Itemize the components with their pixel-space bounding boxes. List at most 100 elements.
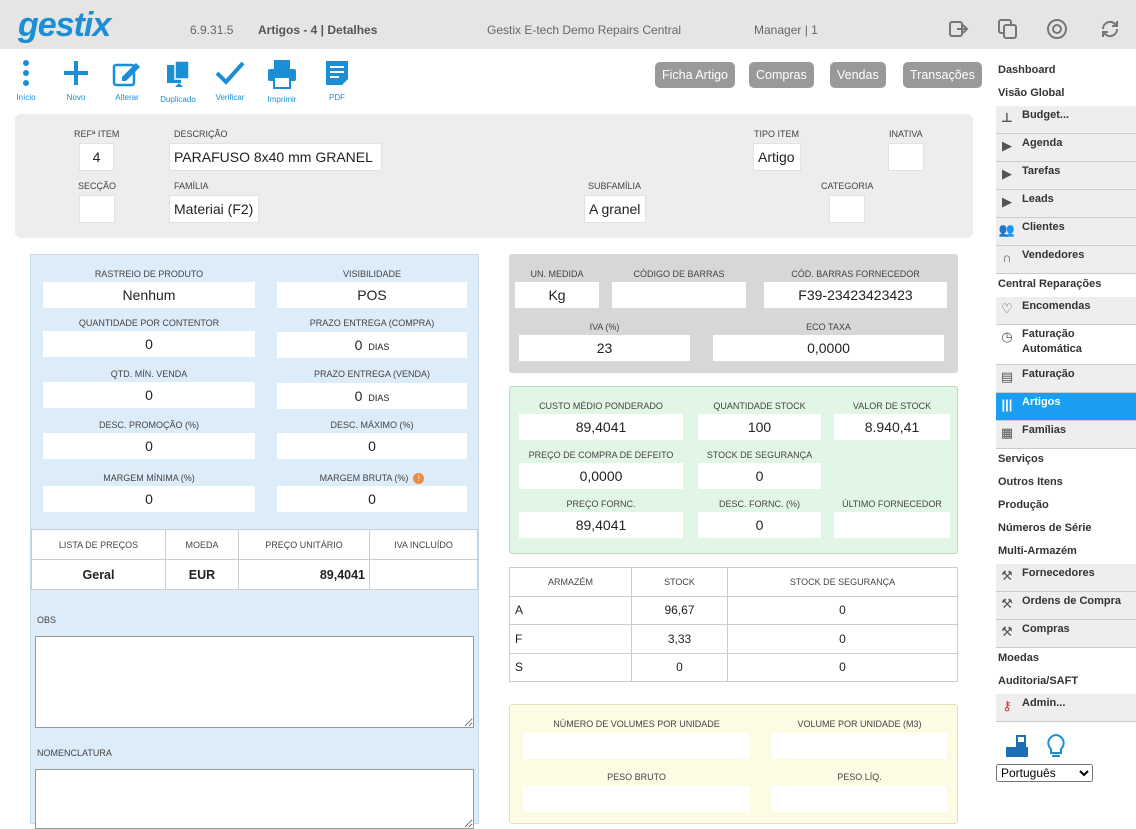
- margem-min-field[interactable]: 0: [43, 486, 255, 512]
- preco-forn-field[interactable]: 89,4041: [519, 512, 683, 538]
- sidebar-item-central-reparacoes[interactable]: Central Reparações: [996, 274, 1136, 297]
- prazo-compra-field[interactable]: 0 DIAS: [277, 332, 467, 358]
- rastreio-field[interactable]: Nenhum: [43, 282, 255, 308]
- categoria-field[interactable]: [829, 195, 865, 223]
- peso-bruto-field[interactable]: [523, 786, 750, 812]
- sidebar-item-budget[interactable]: ⊥ Budget...: [996, 106, 1136, 134]
- desc-forn-field[interactable]: 0: [698, 512, 821, 538]
- sidebar-item-artigos[interactable]: ||| Artigos: [996, 393, 1136, 421]
- stock-seguranca-cell: 0: [727, 624, 958, 654]
- currency-cell: EUR: [165, 559, 239, 590]
- inicio-button[interactable]: Início: [1, 59, 51, 102]
- sidebar-item-auditoria[interactable]: Auditoria/SAFT: [996, 671, 1136, 694]
- iva-field[interactable]: 23: [519, 335, 690, 361]
- vendas-button[interactable]: Vendas: [830, 62, 886, 88]
- pos-terminal-icon[interactable]: [1004, 733, 1030, 764]
- sidebar-item-tarefas[interactable]: ▶ Tarefas: [996, 162, 1136, 190]
- prazo-venda-field[interactable]: 0 DIAS: [277, 383, 467, 409]
- sidebar-item-clientes[interactable]: 👥 Clientes: [996, 218, 1136, 246]
- alterar-button[interactable]: Alterar: [102, 59, 152, 102]
- sidebar-item-vendedores[interactable]: ∩ Vendedores: [996, 246, 1136, 274]
- description-field[interactable]: PARAFUSO 8x40 mm GRANEL: [169, 143, 382, 171]
- windows-icon[interactable]: [996, 18, 1020, 42]
- sidebar-item-leads[interactable]: ▶ Leads: [996, 190, 1136, 218]
- novo-button[interactable]: Novo: [51, 59, 101, 102]
- sidebar-item-moedas[interactable]: Moedas: [996, 648, 1136, 671]
- imprimir-button[interactable]: Imprimir: [257, 59, 307, 104]
- table-row[interactable]: Geral EUR 89,4041: [31, 559, 478, 590]
- tipo-field[interactable]: Artigo: [753, 143, 801, 171]
- stock-seguranca-cell: 0: [727, 652, 958, 682]
- valor-stock-field[interactable]: 8.940,41: [834, 414, 950, 440]
- obs-textarea[interactable]: [35, 636, 474, 728]
- ficha-artigo-button[interactable]: Ficha Artigo: [655, 62, 736, 88]
- sidebar-item-admin[interactable]: ⚷ Admin...: [996, 694, 1136, 722]
- qtd-stock-field[interactable]: 100: [698, 414, 821, 440]
- user-info: Manager | 1: [754, 23, 818, 37]
- custo-medio-field[interactable]: 89,4041: [519, 414, 683, 440]
- peso-liq-field[interactable]: [772, 786, 947, 812]
- sidebar-item-encomendas[interactable]: ♡ Encomendas: [996, 297, 1136, 325]
- sidebar-item-multi-armazem[interactable]: Multi-Armazém: [996, 541, 1136, 564]
- desc-forn-label: DESC. FORNC. (%): [719, 499, 800, 509]
- sidebar-item-outros-itens[interactable]: Outros Itens: [996, 472, 1136, 495]
- sidebar-item-agenda[interactable]: ▶ Agenda: [996, 134, 1136, 162]
- barcode-field[interactable]: [612, 282, 746, 308]
- ref-field[interactable]: 4: [79, 143, 114, 171]
- desc-max-field[interactable]: 0: [277, 433, 467, 459]
- desc-promo-field[interactable]: 0: [43, 433, 255, 459]
- sidebar-item-servicos[interactable]: Serviços: [996, 449, 1136, 472]
- sidebar-item-faturacao[interactable]: ▤ Faturação: [996, 365, 1136, 393]
- verificar-button[interactable]: Verificar: [205, 59, 255, 102]
- un-medida-field[interactable]: Kg: [515, 282, 599, 308]
- margem-bruta-field[interactable]: 0: [277, 486, 467, 512]
- sidebar-item-fornecedores[interactable]: ⚒ Fornecedores: [996, 564, 1136, 592]
- volume-field[interactable]: [772, 733, 947, 759]
- supplier-barcode-label: CÓD. BARRAS FORNECEDOR: [791, 269, 920, 279]
- sidebar-item-familias[interactable]: ▦ Famílias: [996, 421, 1136, 449]
- preco-compra-field[interactable]: 0,0000: [519, 463, 683, 489]
- table-row[interactable]: A 96,67 0: [509, 595, 958, 625]
- help-icon[interactable]: [1045, 18, 1069, 42]
- sidebar-item-compras[interactable]: ⚒ Compras: [996, 620, 1136, 648]
- refresh-icon[interactable]: [1098, 18, 1122, 42]
- pdf-button[interactable]: PDF: [312, 59, 362, 102]
- language-select[interactable]: Português: [996, 764, 1093, 782]
- subfamilia-field[interactable]: A granel: [584, 195, 646, 223]
- inativa-field[interactable]: [888, 143, 924, 171]
- sidebar-item-ordens-compra[interactable]: ⚒ Ordens de Compra: [996, 592, 1136, 620]
- org-chart-icon: ⊥: [1001, 110, 1013, 125]
- ref-label: REFª ITEM: [74, 129, 120, 139]
- table-row[interactable]: F 3,33 0: [509, 624, 958, 654]
- ultimo-forn-field[interactable]: [834, 512, 950, 538]
- table-row[interactable]: S 0 0: [509, 652, 958, 682]
- sidebar-item-dashboard[interactable]: Dashboard: [996, 60, 1136, 83]
- un-medida-label: UN. MEDIDA: [530, 269, 584, 279]
- stock-seguranca-field[interactable]: 0: [698, 463, 821, 489]
- logout-icon[interactable]: [946, 18, 970, 42]
- stock-cell: 3,33: [631, 624, 728, 654]
- sidebar-item-visao-global[interactable]: Visão Global: [996, 83, 1136, 106]
- visibilidade-field[interactable]: POS: [277, 282, 467, 308]
- stock-cell: 96,67: [631, 595, 728, 625]
- supplier-barcode-field[interactable]: F39-23423423423: [764, 282, 947, 308]
- nomenclatura-textarea[interactable]: [35, 769, 474, 829]
- lightbulb-icon[interactable]: [1044, 733, 1068, 764]
- sidebar-item-faturacao-automatica[interactable]: ◷ Faturação Automática: [996, 325, 1136, 365]
- compras-tab-button[interactable]: Compras: [749, 62, 814, 88]
- stock-header: STOCK: [631, 567, 728, 597]
- gestix-logo[interactable]: gestix: [18, 6, 111, 45]
- qtd-min-field[interactable]: 0: [43, 382, 255, 408]
- familia-field[interactable]: Materiai (F2): [169, 195, 259, 223]
- sidebar-item-producao[interactable]: Produção: [996, 495, 1136, 518]
- seccao-field[interactable]: [79, 195, 115, 223]
- sidebar-item-numeros-serie[interactable]: Números de Série: [996, 518, 1136, 541]
- transacoes-button[interactable]: Transações: [903, 62, 982, 88]
- duplicado-button[interactable]: Duplicado: [153, 59, 203, 104]
- volumes-field[interactable]: [523, 733, 750, 759]
- qtd-contentor-field[interactable]: 0: [43, 331, 255, 357]
- rastreio-label: RASTREIO DE PRODUTO: [94, 269, 204, 279]
- eco-taxa-field[interactable]: 0,0000: [713, 335, 944, 361]
- desc-label: DESCRIÇÃO: [174, 129, 228, 139]
- info-icon[interactable]: !: [413, 473, 425, 484]
